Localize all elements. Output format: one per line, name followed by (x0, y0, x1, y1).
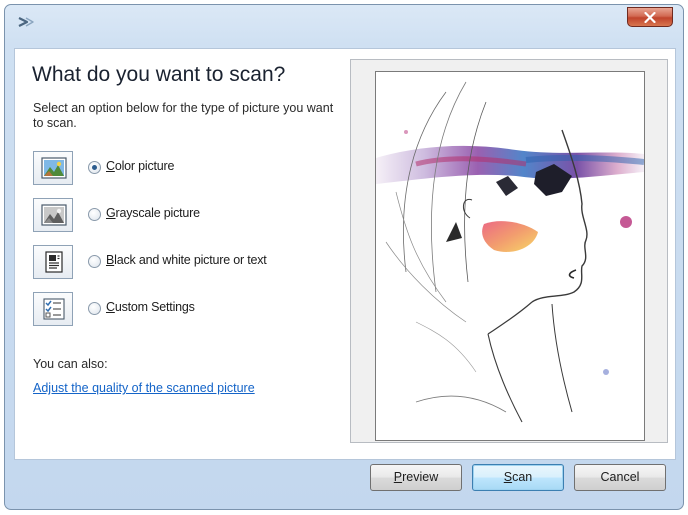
dialog-content: What do you want to scan? Select an opti… (14, 48, 676, 460)
radio-black-white[interactable] (88, 255, 101, 268)
option-label-color-picture: Color picture (106, 159, 175, 173)
option-grayscale-picture[interactable]: Grayscale picture (33, 198, 333, 232)
title-bar[interactable] (5, 5, 683, 41)
close-icon (644, 12, 656, 23)
custom-settings-icon (33, 292, 73, 326)
option-black-white[interactable]: Black and white picture or text (33, 245, 333, 279)
color-picture-icon (33, 151, 73, 185)
option-color-picture[interactable]: Color picture (33, 151, 333, 185)
radio-custom-settings[interactable] (88, 302, 101, 315)
option-label-custom-settings: Custom Settings (106, 300, 195, 314)
adjust-quality-link[interactable]: Adjust the quality of the scanned pictur… (33, 381, 255, 395)
preview-page (375, 71, 645, 441)
option-label-black-white: Black and white picture or text (106, 253, 267, 267)
scan-dialog-window: What do you want to scan? Select an opti… (4, 4, 684, 510)
page-title: What do you want to scan? (32, 63, 286, 86)
instructions-text: Select an option below for the type of p… (33, 101, 334, 130)
radio-grayscale-picture[interactable] (88, 208, 101, 221)
option-custom-settings[interactable]: Custom Settings (33, 292, 333, 326)
scanner-arrow-icon (17, 15, 35, 34)
preview-image (376, 81, 644, 423)
also-label: You can also: (33, 357, 108, 371)
grayscale-picture-icon (33, 198, 73, 232)
scan-preview-pane (350, 59, 668, 443)
radio-color-picture[interactable] (88, 161, 101, 174)
option-label-grayscale-picture: Grayscale picture (106, 206, 200, 220)
close-button[interactable] (627, 7, 673, 27)
preview-button[interactable]: Preview (370, 464, 462, 491)
cancel-button[interactable]: Cancel (574, 464, 666, 491)
black-white-document-icon (33, 245, 73, 279)
scan-button[interactable]: Scan (472, 464, 564, 491)
